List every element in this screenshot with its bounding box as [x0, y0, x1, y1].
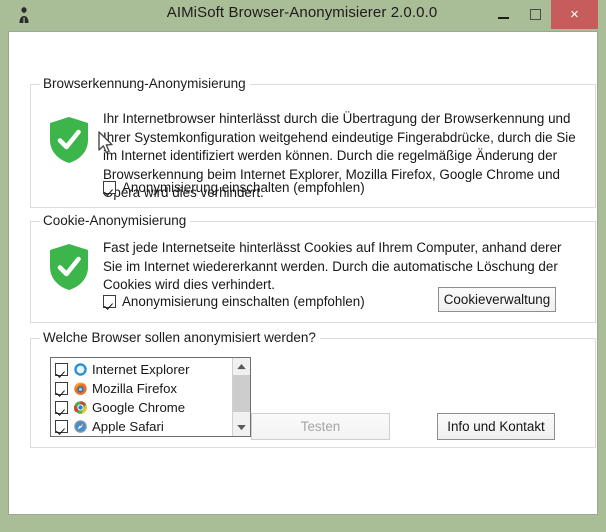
application-window: AIMiSoft Browser-Anonymisierer 2.0.0.0 ×… — [0, 0, 606, 532]
browser-anonymization-checkbox[interactable] — [103, 181, 116, 194]
info-and-contact-button[interactable]: Info und Kontakt — [437, 413, 555, 440]
browser-checkbox-google-chrome[interactable] — [55, 401, 68, 414]
maximize-button[interactable] — [519, 0, 551, 29]
browser-list-items: Internet Explorer Mozilla Firefox Google… — [51, 358, 232, 436]
list-item[interactable]: Google Chrome — [55, 398, 232, 417]
browser-checkbox-apple-safari[interactable] — [55, 420, 68, 433]
minimize-icon — [497, 16, 509, 19]
browser-list-box[interactable]: Internet Explorer Mozilla Firefox Google… — [50, 357, 251, 437]
browser-checkbox-mozilla-firefox[interactable] — [55, 382, 68, 395]
window-controls: × — [487, 0, 598, 29]
title-bar[interactable]: AIMiSoft Browser-Anonymisierer 2.0.0.0 × — [8, 0, 598, 31]
scroll-up-arrow-icon[interactable] — [233, 358, 250, 375]
group-title-browser-fingerprint: Browserkennung-Anonymisierung — [40, 76, 250, 91]
maximize-icon — [529, 9, 541, 20]
close-icon: × — [570, 6, 579, 23]
group-title-cookie: Cookie-Anonymisierung — [40, 213, 191, 228]
safari-icon — [73, 419, 88, 434]
cookie-management-button[interactable]: Cookieverwaltung — [438, 287, 556, 312]
scroll-down-arrow-icon[interactable] — [233, 419, 250, 436]
browser-anonymization-label: Anonymisierung einschalten (empfohlen) — [122, 180, 365, 195]
group-browser-fingerprint: Browserkennung-Anonymisierung Ihr Intern… — [30, 76, 596, 208]
checkbox-row-browser-anonymization[interactable]: Anonymisierung einschalten (empfohlen) — [103, 180, 365, 195]
internet-explorer-icon — [73, 362, 88, 377]
cookie-anonymization-label: Anonymisierung einschalten (empfohlen) — [122, 294, 365, 309]
test-button[interactable]: Testen — [251, 413, 390, 440]
green-shield-check-icon — [48, 116, 90, 164]
list-item[interactable]: Apple Safari — [55, 417, 232, 436]
firefox-icon — [73, 381, 88, 396]
group-title-browser-selection: Welche Browser sollen anonymisiert werde… — [40, 330, 320, 345]
client-area: Browserkennung-Anonymisierung Ihr Intern… — [8, 31, 598, 515]
browser-label: Apple Safari — [92, 419, 164, 434]
close-button[interactable]: × — [551, 0, 598, 29]
browser-checkbox-internet-explorer[interactable] — [55, 363, 68, 376]
browser-label: Mozilla Firefox — [92, 381, 178, 396]
green-shield-check-icon — [48, 243, 90, 291]
checkbox-row-cookie-anonymization[interactable]: Anonymisierung einschalten (empfohlen) — [103, 294, 365, 309]
browser-label: Internet Explorer — [92, 362, 190, 377]
list-item[interactable]: Mozilla Firefox — [55, 379, 232, 398]
minimize-button[interactable] — [487, 0, 519, 29]
browser-label: Google Chrome — [92, 400, 186, 415]
chrome-icon — [73, 400, 88, 415]
list-item[interactable]: Internet Explorer — [55, 360, 232, 379]
cookie-anonymization-checkbox[interactable] — [103, 295, 116, 308]
scrollbar-thumb[interactable] — [233, 375, 250, 412]
browser-list-scrollbar[interactable] — [232, 358, 250, 436]
